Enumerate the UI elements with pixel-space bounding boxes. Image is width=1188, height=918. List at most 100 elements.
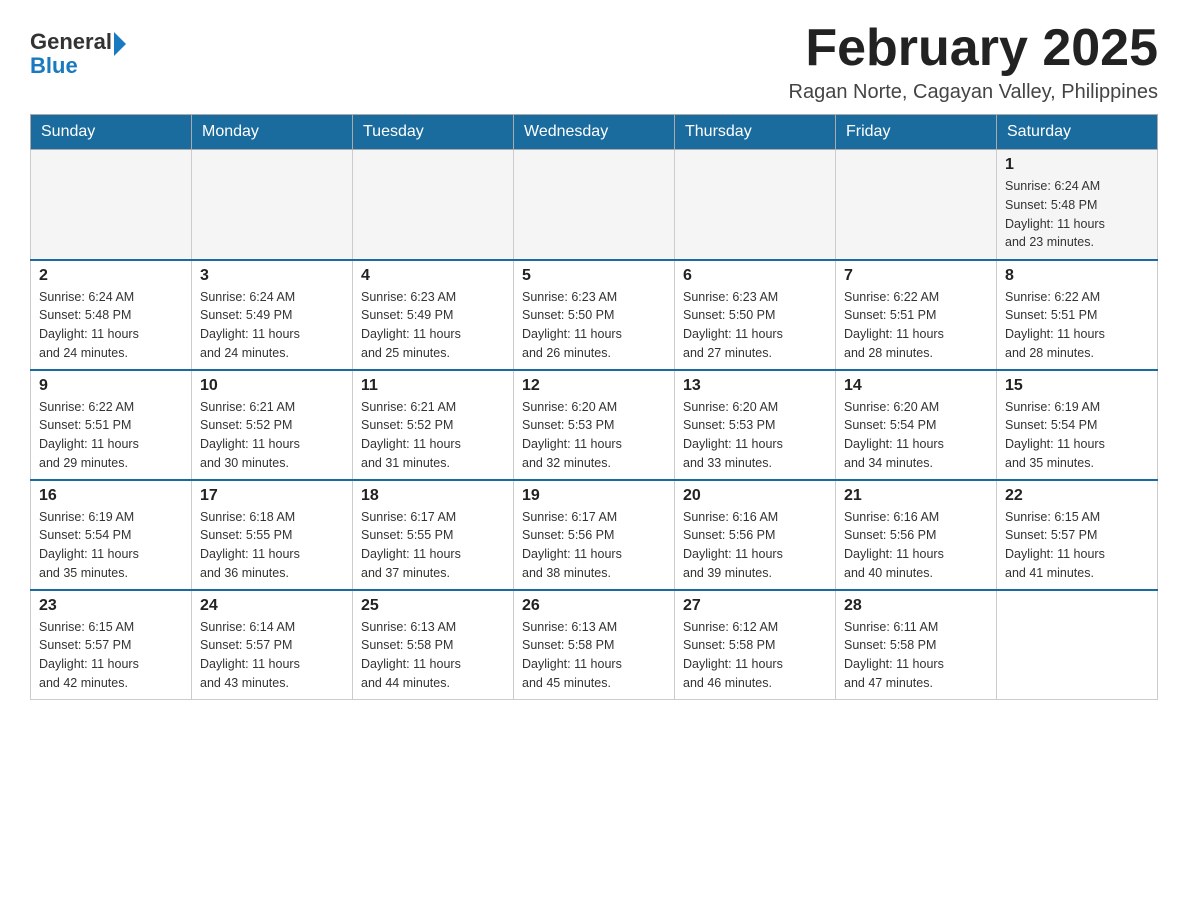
day-info: Sunrise: 6:23 AM Sunset: 5:49 PM Dayligh… (361, 288, 505, 363)
calendar-cell (675, 150, 836, 260)
logo: General Blue (30, 30, 126, 78)
day-number: 11 (361, 377, 505, 395)
day-number: 12 (522, 377, 666, 395)
day-number: 26 (522, 597, 666, 615)
day-number: 15 (1005, 377, 1149, 395)
day-number: 14 (844, 377, 988, 395)
calendar-cell (836, 150, 997, 260)
calendar-cell: 11 Sunrise: 6:21 AM Sunset: 5:52 PM Dayli… (353, 370, 514, 480)
calendar-cell: 15 Sunrise: 6:19 AM Sunset: 5:54 PM Dayli… (997, 370, 1158, 480)
day-number: 13 (683, 377, 827, 395)
day-number: 16 (39, 487, 183, 505)
calendar-cell: 12 Sunrise: 6:20 AM Sunset: 5:53 PM Dayli… (514, 370, 675, 480)
day-number: 5 (522, 267, 666, 285)
calendar-cell: 20 Sunrise: 6:16 AM Sunset: 5:56 PM Dayli… (675, 480, 836, 590)
day-info: Sunrise: 6:20 AM Sunset: 5:54 PM Dayligh… (844, 398, 988, 473)
calendar-cell: 4 Sunrise: 6:23 AM Sunset: 5:49 PM Daylig… (353, 260, 514, 370)
calendar-cell: 1 Sunrise: 6:24 AM Sunset: 5:48 PM Daylig… (997, 150, 1158, 260)
weekday-header-friday: Friday (836, 115, 997, 150)
calendar-cell: 6 Sunrise: 6:23 AM Sunset: 5:50 PM Daylig… (675, 260, 836, 370)
calendar-cell (514, 150, 675, 260)
calendar-cell: 18 Sunrise: 6:17 AM Sunset: 5:55 PM Dayli… (353, 480, 514, 590)
day-info: Sunrise: 6:13 AM Sunset: 5:58 PM Dayligh… (522, 618, 666, 693)
day-info: Sunrise: 6:17 AM Sunset: 5:55 PM Dayligh… (361, 508, 505, 583)
calendar-cell: 22 Sunrise: 6:15 AM Sunset: 5:57 PM Dayli… (997, 480, 1158, 590)
day-number: 21 (844, 487, 988, 505)
calendar-week-row: 2Sunrise: 6:24 AM Sunset: 5:48 PM Daylig… (31, 260, 1158, 370)
calendar-cell (31, 150, 192, 260)
weekday-header-thursday: Thursday (675, 115, 836, 150)
day-info: Sunrise: 6:23 AM Sunset: 5:50 PM Dayligh… (522, 288, 666, 363)
day-info: Sunrise: 6:22 AM Sunset: 5:51 PM Dayligh… (844, 288, 988, 363)
calendar-cell: 14 Sunrise: 6:20 AM Sunset: 5:54 PM Dayli… (836, 370, 997, 480)
weekday-header-monday: Monday (192, 115, 353, 150)
weekday-header-sunday: Sunday (31, 115, 192, 150)
day-number: 2 (39, 267, 183, 285)
logo-blue-text: Blue (30, 54, 126, 78)
calendar-cell: 8 Sunrise: 6:22 AM Sunset: 5:51 PM Daylig… (997, 260, 1158, 370)
day-info: Sunrise: 6:18 AM Sunset: 5:55 PM Dayligh… (200, 508, 344, 583)
day-number: 9 (39, 377, 183, 395)
calendar-cell (997, 590, 1158, 700)
day-info: Sunrise: 6:12 AM Sunset: 5:58 PM Dayligh… (683, 618, 827, 693)
weekday-header-row: SundayMondayTuesdayWednesdayThursdayFrid… (31, 115, 1158, 150)
day-number: 18 (361, 487, 505, 505)
day-info: Sunrise: 6:19 AM Sunset: 5:54 PM Dayligh… (39, 508, 183, 583)
day-info: Sunrise: 6:17 AM Sunset: 5:56 PM Dayligh… (522, 508, 666, 583)
day-info: Sunrise: 6:15 AM Sunset: 5:57 PM Dayligh… (1005, 508, 1149, 583)
day-info: Sunrise: 6:21 AM Sunset: 5:52 PM Dayligh… (361, 398, 505, 473)
day-info: Sunrise: 6:11 AM Sunset: 5:58 PM Dayligh… (844, 618, 988, 693)
calendar-week-row: 23Sunrise: 6:15 AM Sunset: 5:57 PM Dayli… (31, 590, 1158, 700)
day-number: 4 (361, 267, 505, 285)
day-number: 27 (683, 597, 827, 615)
calendar-cell: 2Sunrise: 6:24 AM Sunset: 5:48 PM Daylig… (31, 260, 192, 370)
calendar-cell: 5 Sunrise: 6:23 AM Sunset: 5:50 PM Daylig… (514, 260, 675, 370)
calendar-cell: 17Sunrise: 6:18 AM Sunset: 5:55 PM Dayli… (192, 480, 353, 590)
calendar-cell: 7Sunrise: 6:22 AM Sunset: 5:51 PM Daylig… (836, 260, 997, 370)
calendar-cell: 10 Sunrise: 6:21 AM Sunset: 5:52 PM Dayli… (192, 370, 353, 480)
day-number: 6 (683, 267, 827, 285)
day-info: Sunrise: 6:22 AM Sunset: 5:51 PM Dayligh… (39, 398, 183, 473)
day-info: Sunrise: 6:23 AM Sunset: 5:50 PM Dayligh… (683, 288, 827, 363)
weekday-header-tuesday: Tuesday (353, 115, 514, 150)
day-number: 1 (1005, 156, 1149, 174)
calendar-cell: 13 Sunrise: 6:20 AM Sunset: 5:53 PM Dayli… (675, 370, 836, 480)
day-number: 8 (1005, 267, 1149, 285)
day-number: 20 (683, 487, 827, 505)
day-number: 19 (522, 487, 666, 505)
calendar-cell: 24 Sunrise: 6:14 AM Sunset: 5:57 PM Dayli… (192, 590, 353, 700)
day-number: 28 (844, 597, 988, 615)
day-number: 25 (361, 597, 505, 615)
day-info: Sunrise: 6:13 AM Sunset: 5:58 PM Dayligh… (361, 618, 505, 693)
calendar-cell (192, 150, 353, 260)
calendar-week-row: 16 Sunrise: 6:19 AM Sunset: 5:54 PM Dayli… (31, 480, 1158, 590)
day-info: Sunrise: 6:16 AM Sunset: 5:56 PM Dayligh… (683, 508, 827, 583)
calendar-cell: 23Sunrise: 6:15 AM Sunset: 5:57 PM Dayli… (31, 590, 192, 700)
month-title: February 2025 (789, 20, 1158, 77)
weekday-header-wednesday: Wednesday (514, 115, 675, 150)
calendar-cell: 21 Sunrise: 6:16 AM Sunset: 5:56 PM Dayli… (836, 480, 997, 590)
day-number: 24 (200, 597, 344, 615)
day-number: 10 (200, 377, 344, 395)
calendar-cell: 27 Sunrise: 6:12 AM Sunset: 5:58 PM Dayli… (675, 590, 836, 700)
title-block: February 2025 Ragan Norte, Cagayan Valle… (789, 20, 1158, 104)
day-info: Sunrise: 6:19 AM Sunset: 5:54 PM Dayligh… (1005, 398, 1149, 473)
day-info: Sunrise: 6:20 AM Sunset: 5:53 PM Dayligh… (683, 398, 827, 473)
day-info: Sunrise: 6:16 AM Sunset: 5:56 PM Dayligh… (844, 508, 988, 583)
calendar-cell: 26 Sunrise: 6:13 AM Sunset: 5:58 PM Dayli… (514, 590, 675, 700)
calendar-cell: 19 Sunrise: 6:17 AM Sunset: 5:56 PM Dayli… (514, 480, 675, 590)
day-number: 22 (1005, 487, 1149, 505)
location-subtitle: Ragan Norte, Cagayan Valley, Philippines (789, 81, 1158, 104)
calendar-table: SundayMondayTuesdayWednesdayThursdayFrid… (30, 114, 1158, 700)
logo-arrow-icon (114, 32, 126, 56)
calendar-cell: 28 Sunrise: 6:11 AM Sunset: 5:58 PM Dayli… (836, 590, 997, 700)
day-number: 3 (200, 267, 344, 285)
day-info: Sunrise: 6:15 AM Sunset: 5:57 PM Dayligh… (39, 618, 183, 693)
day-info: Sunrise: 6:14 AM Sunset: 5:57 PM Dayligh… (200, 618, 344, 693)
day-info: Sunrise: 6:21 AM Sunset: 5:52 PM Dayligh… (200, 398, 344, 473)
day-info: Sunrise: 6:20 AM Sunset: 5:53 PM Dayligh… (522, 398, 666, 473)
day-info: Sunrise: 6:22 AM Sunset: 5:51 PM Dayligh… (1005, 288, 1149, 363)
page-header: General Blue February 2025 Ragan Norte, … (30, 20, 1158, 104)
day-info: Sunrise: 6:24 AM Sunset: 5:48 PM Dayligh… (1005, 177, 1149, 252)
calendar-week-row: 1 Sunrise: 6:24 AM Sunset: 5:48 PM Daylig… (31, 150, 1158, 260)
